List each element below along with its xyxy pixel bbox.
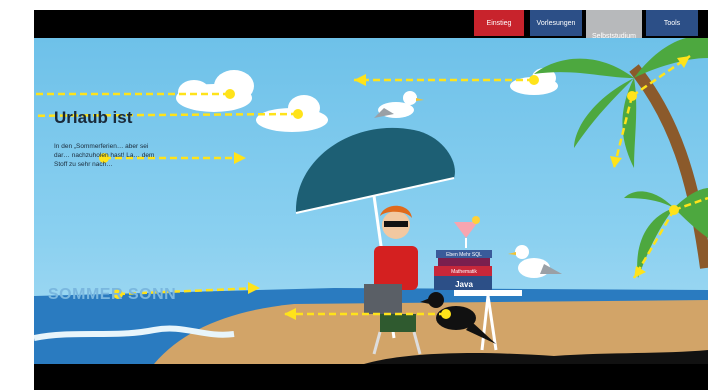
book-label-java: Java	[455, 280, 473, 289]
headline: Urlaub ist	[54, 108, 133, 127]
summer-banner: SOMMER SONN	[48, 286, 177, 303]
book-label-sql: Eben Mehr SQL	[446, 252, 482, 258]
cocktail-glass	[454, 216, 480, 248]
book-label-mathe: Mathematik	[451, 269, 477, 275]
tab-vorlesungen[interactable]: Vorlesungen	[530, 10, 582, 36]
top-nav-bar: Einstieg Vorlesungen Selbststudium Tools	[34, 10, 708, 42]
bottom-bar	[34, 364, 708, 390]
intro-text: In den „Sommerferien… aber sei dar… nach…	[54, 143, 155, 168]
tab-tools[interactable]: Tools	[646, 10, 698, 36]
cloud-1	[176, 70, 254, 112]
video-frame: Einstieg Vorlesungen Selbststudium Tools	[34, 10, 708, 390]
beach-scene: Eben Mehr SQL Mathematik Java Urlaub ist…	[34, 38, 708, 364]
tab-einstieg[interactable]: Einstieg	[474, 10, 524, 36]
seagull-top	[374, 91, 424, 118]
seagull-right	[508, 245, 562, 278]
